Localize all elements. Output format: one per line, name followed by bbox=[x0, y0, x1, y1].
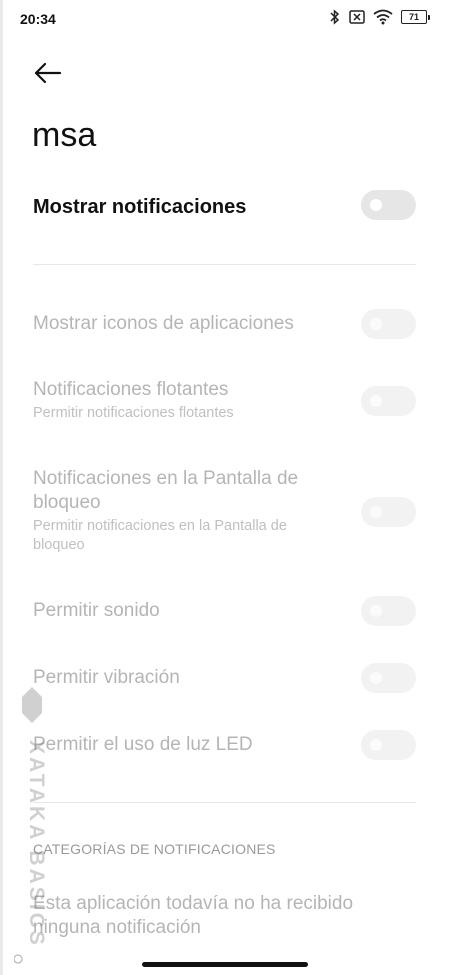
bluetooth-icon bbox=[329, 9, 341, 25]
allow-led-row[interactable]: Permitir el uso de luz LED bbox=[33, 730, 418, 760]
toggle-knob bbox=[370, 199, 382, 211]
toggle-knob bbox=[370, 318, 382, 330]
allow-vibration-toggle[interactable] bbox=[361, 663, 416, 693]
allow-vibration-row[interactable]: Permitir vibración bbox=[33, 663, 418, 693]
back-button[interactable] bbox=[30, 57, 66, 89]
status-icons: 71 bbox=[329, 9, 430, 25]
categories-header: CATEGORÍAS DE NOTIFICACIONES bbox=[33, 841, 276, 857]
setting-label: Permitir vibración bbox=[33, 667, 180, 688]
allow-sound-row[interactable]: Permitir sonido bbox=[33, 596, 418, 626]
show-app-icons-row[interactable]: Mostrar iconos de aplicaciones bbox=[33, 309, 418, 339]
setting-label: Permitir el uso de luz LED bbox=[33, 734, 253, 755]
show-notifications-row[interactable]: Mostrar notificaciones bbox=[33, 190, 418, 222]
battery-level: 71 bbox=[401, 10, 427, 24]
divider bbox=[33, 264, 416, 265]
show-notifications-label: Mostrar notificaciones bbox=[33, 196, 247, 218]
status-time: 20:34 bbox=[20, 11, 56, 27]
show-app-icons-toggle[interactable] bbox=[361, 309, 416, 339]
battery-icon: 71 bbox=[401, 10, 430, 24]
toggle-knob bbox=[370, 739, 382, 751]
toggle-knob bbox=[370, 506, 382, 518]
setting-label: Notificaciones en la Pantalla de bloqueo bbox=[33, 468, 299, 513]
allow-led-toggle[interactable] bbox=[361, 730, 416, 760]
lock-screen-notifications-toggle[interactable] bbox=[361, 497, 416, 527]
floating-notifications-toggle[interactable] bbox=[361, 386, 416, 416]
watermark-text: XATAKA BASICS bbox=[25, 740, 48, 948]
screen-edge bbox=[0, 0, 3, 975]
sim-off-icon bbox=[349, 10, 365, 24]
status-bar: 20:34 71 bbox=[0, 0, 450, 40]
setting-description: Permitir notificaciones en la Pantalla d… bbox=[33, 518, 287, 553]
app-title: msa bbox=[32, 116, 97, 154]
toggle-knob bbox=[370, 672, 382, 684]
show-notifications-toggle[interactable] bbox=[361, 190, 416, 220]
allow-sound-toggle[interactable] bbox=[361, 596, 416, 626]
divider bbox=[33, 802, 416, 803]
toggle-knob bbox=[370, 395, 382, 407]
home-indicator[interactable] bbox=[142, 962, 308, 967]
categories-empty-message: Esta aplicación todavía no ha recibido n… bbox=[33, 893, 354, 938]
battery-tip bbox=[428, 14, 430, 20]
toggle-knob bbox=[370, 605, 382, 617]
setting-label: Notificaciones flotantes bbox=[33, 379, 229, 400]
wifi-icon bbox=[373, 9, 393, 25]
setting-label: Mostrar iconos de aplicaciones bbox=[33, 313, 294, 334]
lock-screen-notifications-row[interactable]: Notificaciones en la Pantalla de bloqueo… bbox=[33, 467, 418, 559]
arrow-left-icon bbox=[30, 62, 66, 93]
floating-notifications-row[interactable]: Notificaciones flotantes Permitir notifi… bbox=[33, 378, 418, 426]
setting-label: Permitir sonido bbox=[33, 600, 160, 621]
setting-description: Permitir notificaciones flotantes bbox=[33, 405, 234, 421]
